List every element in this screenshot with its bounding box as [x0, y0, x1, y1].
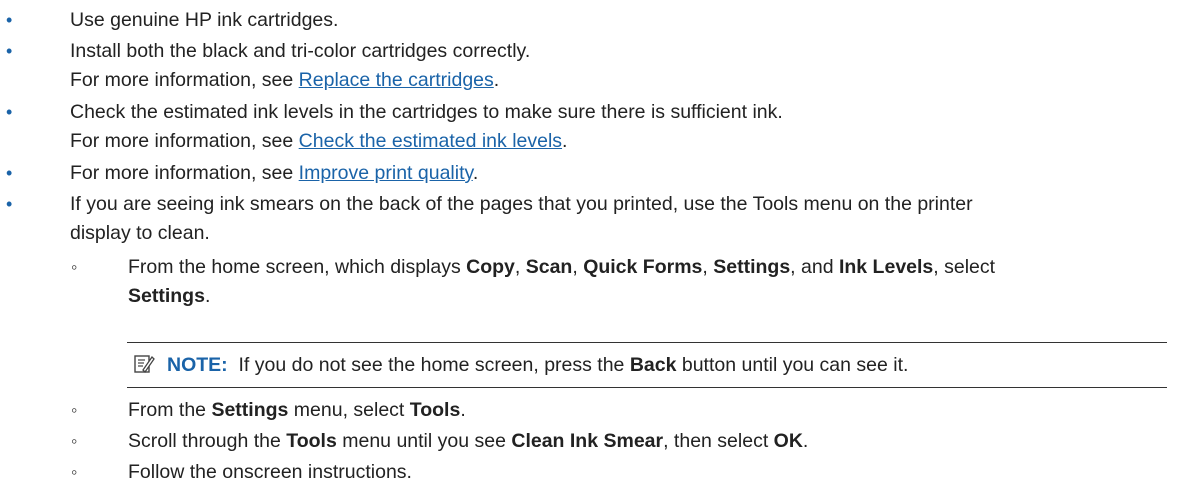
note-label: NOTE:	[167, 354, 228, 376]
more-info-prefix: For more information, see	[70, 130, 299, 152]
bullet-marker: •	[6, 194, 13, 214]
tools-label: Tools	[409, 399, 461, 421]
sub-bullet-marker: ◦	[71, 400, 78, 420]
bullet-marker: •	[6, 102, 13, 122]
bullet-text-4: For more information, see Improve print …	[70, 161, 478, 185]
sub-step-4: Follow the onscreen instructions.	[128, 461, 412, 483]
more-info-prefix: For more information, see	[70, 162, 299, 184]
text: ,	[572, 256, 584, 278]
tools-label: Tools	[286, 430, 337, 452]
bullet-text-2: Install both the black and tri-color car…	[70, 40, 531, 62]
back-label: Back	[629, 354, 677, 376]
note-icon	[134, 355, 155, 374]
bullet-text-1: Use genuine HP ink cartridges.	[70, 9, 339, 31]
replace-cartridges-link[interactable]: Replace the cartridges	[299, 69, 494, 91]
text: If you do not see the home screen, press…	[227, 354, 630, 376]
text: ,	[514, 256, 526, 278]
bullet-marker: •	[6, 10, 13, 30]
quick-forms-label: Quick Forms	[583, 256, 703, 278]
bullet-marker: •	[6, 163, 13, 183]
scan-label: Scan	[525, 256, 573, 278]
text: , then select	[663, 430, 774, 452]
text: , and	[790, 256, 839, 278]
period: .	[493, 69, 500, 91]
sub-step-1-line2: Settings.	[128, 284, 210, 308]
text: From the home screen, which displays	[128, 256, 467, 278]
text: ,	[702, 256, 714, 278]
more-info-line-1: For more information, see Replace the ca…	[70, 68, 499, 92]
note-box: NOTE: If you do not see the home screen,…	[127, 342, 1167, 388]
period: .	[472, 162, 479, 184]
period: .	[562, 130, 568, 152]
sub-step-1-line1: From the home screen, which displays Cop…	[128, 255, 995, 279]
period: .	[802, 430, 809, 452]
improve-print-quality-link[interactable]: Improve print quality	[299, 162, 473, 184]
period: .	[204, 285, 211, 307]
more-info-prefix: For more information, see	[70, 69, 299, 91]
sub-bullet-marker: ◦	[71, 431, 78, 451]
bullet-text-5-line2: display to clean.	[70, 222, 210, 244]
copy-label: Copy	[466, 256, 515, 278]
settings-label: Settings	[211, 399, 289, 421]
clean-ink-smear-label: Clean Ink Smear	[511, 430, 664, 452]
settings-label: Settings	[713, 256, 791, 278]
text: , select	[933, 256, 996, 278]
text: menu until you see	[336, 430, 512, 452]
sub-bullet-marker: ◦	[71, 257, 78, 277]
ok-label: OK	[773, 430, 803, 452]
ink-levels-label: Ink Levels	[838, 256, 934, 278]
bullet-text-3: Check the estimated ink levels in the ca…	[70, 101, 783, 123]
sub-step-3: Scroll through the Tools menu until you …	[128, 429, 808, 453]
settings-label: Settings	[128, 285, 205, 307]
period: .	[460, 399, 466, 421]
text: button until you can see it.	[676, 354, 909, 376]
sub-step-2: From the Settings menu, select Tools.	[128, 398, 466, 422]
sub-bullet-marker: ◦	[71, 462, 78, 482]
text: Scroll through the	[128, 430, 287, 452]
bullet-marker: •	[6, 41, 13, 61]
bullet-text-5-line1: If you are seeing ink smears on the back…	[70, 193, 973, 215]
text: menu, select	[288, 399, 410, 421]
more-info-line-2: For more information, see Check the esti…	[70, 129, 567, 153]
text: From the	[128, 399, 212, 421]
note-text: NOTE: If you do not see the home screen,…	[167, 353, 908, 377]
check-ink-levels-link[interactable]: Check the estimated ink levels	[299, 130, 562, 152]
